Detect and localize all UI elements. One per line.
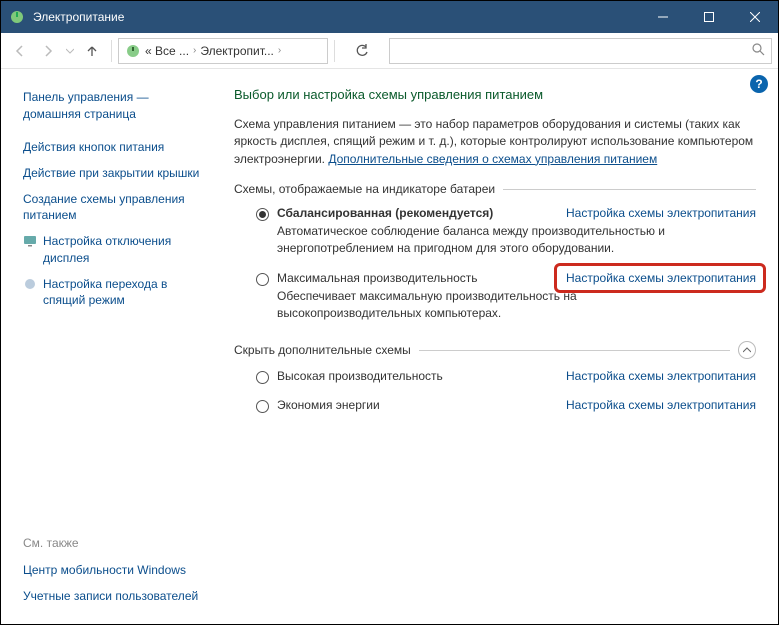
forward-button[interactable] bbox=[35, 38, 61, 64]
sidebar-link-user-accounts[interactable]: Учетные записи пользователей bbox=[23, 588, 202, 604]
control-panel-home-link[interactable]: Панель управления — домашняя страница bbox=[23, 89, 202, 123]
search-icon bbox=[751, 42, 765, 59]
plan-settings-link[interactable]: Настройка схемы электропитания bbox=[566, 369, 756, 383]
hide-additional-group-label[interactable]: Скрыть дополнительные схемы bbox=[234, 341, 756, 359]
radio-max-performance[interactable] bbox=[256, 273, 269, 286]
plan-high-performance: Высокая производительность Настройка схе… bbox=[234, 369, 756, 384]
main-content: ? Выбор или настройка схемы управления п… bbox=[216, 69, 778, 624]
radio-power-saver[interactable] bbox=[256, 400, 269, 413]
plan-name[interactable]: Экономия энергии bbox=[277, 398, 380, 412]
sidebar-link-display-off[interactable]: Настройка отключения дисплея bbox=[41, 233, 202, 265]
app-icon bbox=[9, 9, 25, 25]
plan-name[interactable]: Сбалансированная (рекомендуется) bbox=[277, 206, 493, 220]
plan-name[interactable]: Максимальная производительность bbox=[277, 271, 478, 285]
separator bbox=[334, 40, 335, 62]
window-titlebar: Электропитание bbox=[1, 1, 778, 33]
control-panel-icon bbox=[125, 43, 141, 59]
sidebar-link-power-buttons[interactable]: Действия кнопок питания bbox=[23, 139, 202, 155]
navigation-bar: « Все ... › Электропит... › bbox=[1, 33, 778, 69]
breadcrumb[interactable]: « Все ... › Электропит... › bbox=[118, 38, 328, 64]
window-title: Электропитание bbox=[33, 10, 640, 24]
plan-description: Автоматическое соблюдение баланса между … bbox=[277, 223, 697, 257]
divider bbox=[503, 189, 756, 190]
plan-settings-link[interactable]: Настройка схемы электропитания bbox=[566, 206, 756, 220]
see-also-label: См. также bbox=[23, 536, 202, 550]
divider bbox=[419, 350, 730, 351]
sidebar-link-create-plan[interactable]: Создание схемы управления питанием bbox=[23, 191, 202, 223]
radio-balanced[interactable] bbox=[256, 208, 269, 221]
monitor-icon bbox=[23, 234, 37, 248]
separator bbox=[111, 40, 112, 62]
moon-icon bbox=[23, 277, 37, 291]
plan-description: Обеспечивает максимальную производительн… bbox=[277, 288, 697, 322]
group-label-text: Скрыть дополнительные схемы bbox=[234, 343, 411, 357]
minimize-button[interactable] bbox=[640, 1, 686, 33]
search-input[interactable] bbox=[389, 38, 772, 64]
breadcrumb-current: Электропит... bbox=[200, 44, 274, 58]
plan-balanced: Сбалансированная (рекомендуется) Настрой… bbox=[234, 206, 756, 257]
radio-high-performance[interactable] bbox=[256, 371, 269, 384]
up-button[interactable] bbox=[79, 38, 105, 64]
battery-plans-group-label: Схемы, отображаемые на индикаторе батаре… bbox=[234, 182, 756, 196]
intro-text: Схема управления питанием — это набор па… bbox=[234, 116, 756, 168]
page-heading: Выбор или настройка схемы управления пит… bbox=[234, 87, 756, 102]
plan-settings-link[interactable]: Настройка схемы электропитания bbox=[566, 271, 756, 285]
sidebar-item-label: Настройка отключения дисплея bbox=[43, 233, 202, 265]
maximize-button[interactable] bbox=[686, 1, 732, 33]
plan-max-performance: Максимальная производительность Настройк… bbox=[234, 271, 756, 322]
sidebar-link-mobility-center[interactable]: Центр мобильности Windows bbox=[23, 562, 202, 578]
back-button[interactable] bbox=[7, 38, 33, 64]
sidebar: Панель управления — домашняя страница Де… bbox=[1, 69, 216, 624]
plan-name[interactable]: Высокая производительность bbox=[277, 369, 443, 383]
sidebar-item-label: Настройка перехода в спящий режим bbox=[43, 276, 202, 308]
close-button[interactable] bbox=[732, 1, 778, 33]
plan-settings-link[interactable]: Настройка схемы электропитания bbox=[566, 398, 756, 412]
sidebar-link-lid-close[interactable]: Действие при закрытии крышки bbox=[23, 165, 202, 181]
chevron-up-icon[interactable] bbox=[738, 341, 756, 359]
intro-more-link[interactable]: Дополнительные сведения о схемах управле… bbox=[328, 152, 657, 166]
sidebar-link-sleep[interactable]: Настройка перехода в спящий режим bbox=[41, 276, 202, 308]
chevron-right-icon: › bbox=[193, 45, 196, 56]
help-icon[interactable]: ? bbox=[750, 75, 768, 93]
group-label-text: Схемы, отображаемые на индикаторе батаре… bbox=[234, 182, 495, 196]
recent-dropdown[interactable] bbox=[63, 38, 77, 64]
refresh-button[interactable] bbox=[341, 44, 383, 58]
breadcrumb-root: « Все ... bbox=[145, 44, 189, 58]
plan-power-saver: Экономия энергии Настройка схемы электро… bbox=[234, 398, 756, 413]
chevron-right-icon: › bbox=[278, 45, 281, 56]
